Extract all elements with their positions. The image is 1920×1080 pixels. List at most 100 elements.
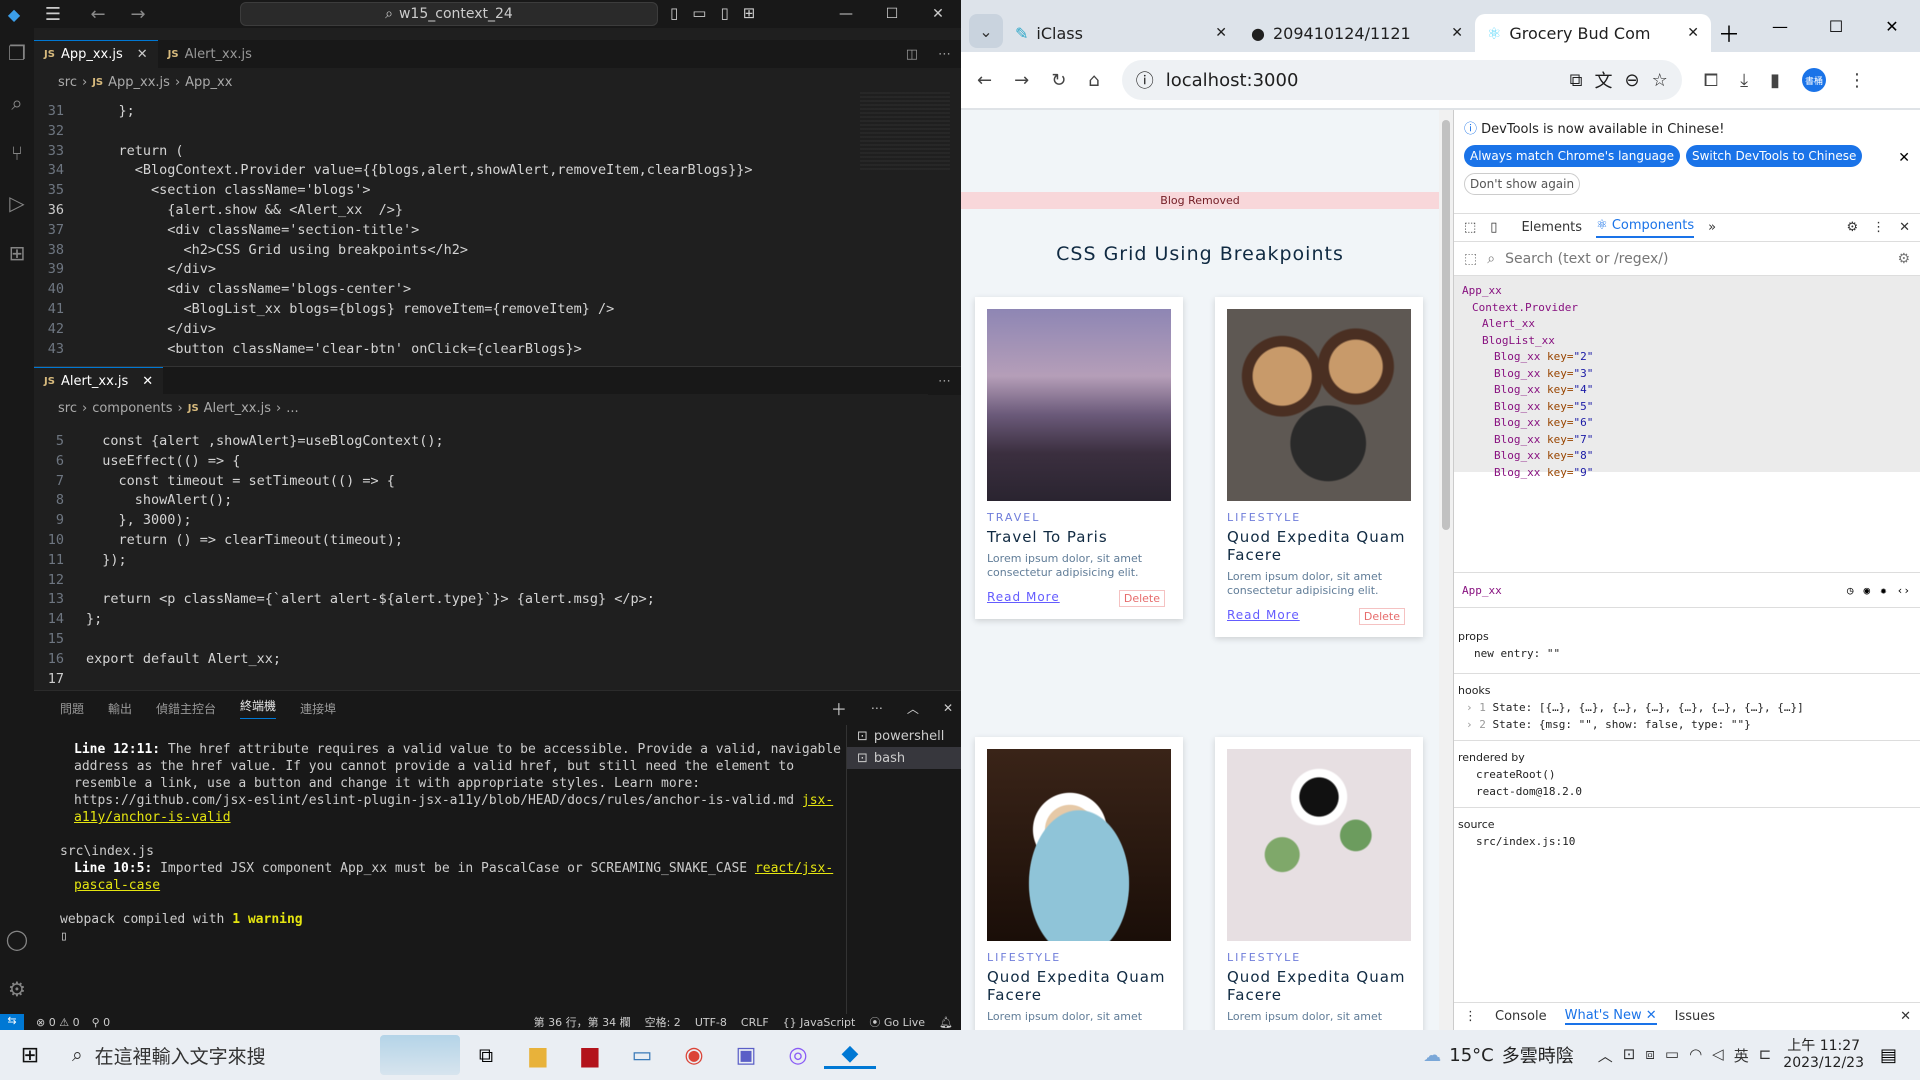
battery-icon[interactable]: ▭ xyxy=(1665,1045,1679,1066)
timer-icon[interactable]: ◷ xyxy=(1847,584,1854,597)
language-mode[interactable]: {} JavaScript xyxy=(783,1016,856,1029)
back-arrow-icon[interactable]: ← xyxy=(90,4,105,25)
messenger-icon[interactable]: ◎ xyxy=(772,1043,824,1068)
more-actions-icon[interactable]: ⋯ xyxy=(928,367,961,395)
panel-more-icon[interactable]: ⋯ xyxy=(871,701,883,715)
close-tab-icon[interactable]: ✕ xyxy=(1215,25,1227,41)
toggle-panel-icon[interactable]: ▭ xyxy=(692,4,706,22)
select-element-icon[interactable]: ⬚ xyxy=(1464,251,1477,267)
code-editor-app[interactable]: 31 }; 32 33 return (34 <BlogContext.Provid… xyxy=(34,102,854,360)
code-line[interactable]: 7 const timeout = setTimeout(() => { xyxy=(34,472,854,492)
tab-ports[interactable]: 連接埠 xyxy=(300,700,336,717)
tree-node[interactable]: Blog_xx key="4" xyxy=(1454,383,1920,400)
eol[interactable]: CRLF xyxy=(741,1016,769,1029)
code-line[interactable]: 35 <section className='blogs'> xyxy=(34,181,854,201)
cursor-position[interactable]: 第 36 行，第 34 欄 xyxy=(534,1014,631,1030)
minimize-icon[interactable]: — xyxy=(823,0,869,28)
translate-icon[interactable]: 文 xyxy=(1594,67,1612,93)
terminal-item-powershell[interactable]: ⊡ powershell xyxy=(847,725,961,747)
maximize-icon[interactable]: ☐ xyxy=(1808,0,1864,52)
settings-gear-icon[interactable]: ⚙ xyxy=(0,964,34,1014)
bookmark-star-icon[interactable]: ☆ xyxy=(1652,70,1668,91)
code-line[interactable]: 17 xyxy=(34,670,854,690)
customize-layout-icon[interactable]: ⊞ xyxy=(743,4,756,22)
tray-app-icon[interactable]: ⊡ xyxy=(1623,1045,1636,1066)
match-language-button[interactable]: Always match Chrome's language xyxy=(1464,145,1680,167)
start-button[interactable]: ⊞ xyxy=(0,1030,60,1080)
close-devtools-icon[interactable]: ✕ xyxy=(1899,220,1910,235)
search-icon[interactable]: ⌕ xyxy=(0,78,34,128)
code-line[interactable]: 38 <h2>CSS Grid using breakpoints</h2> xyxy=(34,241,854,261)
hook-state-2[interactable]: State: {msg: "", show: false, type: ""} xyxy=(1493,718,1751,731)
drawer-tab-whats-new[interactable]: What's New ✕ xyxy=(1564,1008,1657,1025)
toggle-secondary-sidebar-icon[interactable]: ▯ xyxy=(720,4,728,22)
sidepanel-icon[interactable]: ▮ xyxy=(1770,70,1780,91)
terminal-output[interactable]: Line 12:11: The href attribute requires … xyxy=(60,741,860,945)
close-banner-icon[interactable]: ✕ xyxy=(1898,150,1910,166)
account-icon[interactable]: ◯ xyxy=(0,914,34,964)
notifications-icon[interactable]: 🔔︎ xyxy=(939,1016,953,1029)
chrome-icon[interactable]: ◉ xyxy=(668,1043,720,1068)
device-toggle-icon[interactable]: ▯ xyxy=(1490,220,1497,235)
teams-icon[interactable]: ▣ xyxy=(720,1043,772,1068)
explorer-icon[interactable]: ❐ xyxy=(0,28,34,78)
file-explorer-icon[interactable]: ▆ xyxy=(512,1043,564,1068)
breadcrumb-item[interactable]: src xyxy=(58,75,77,90)
maximize-panel-icon[interactable]: ︿ xyxy=(907,700,919,717)
code-line[interactable]: 37 <div className='section-title'> xyxy=(34,221,854,241)
extensions-icon[interactable]: ⧠ xyxy=(1704,70,1718,91)
code-line[interactable]: 32 xyxy=(34,122,854,142)
chevron-up-icon[interactable]: ︿ xyxy=(1598,1045,1613,1066)
volume-icon[interactable]: ◁ xyxy=(1712,1045,1724,1066)
weather-widget[interactable]: ☁ 15°C 多雲時陰 xyxy=(1423,1042,1573,1068)
tree-node[interactable]: App_xx xyxy=(1454,284,1920,301)
tree-node[interactable]: Blog_xx key="6" xyxy=(1454,416,1920,433)
tab-app-xx[interactable]: JS App_xx.js ✕ xyxy=(34,40,158,68)
maximize-icon[interactable]: ☐ xyxy=(869,0,915,28)
close-tab-icon[interactable]: ✕ xyxy=(142,374,153,389)
command-center-search[interactable]: ⌕ w15_context_24 xyxy=(240,2,658,26)
ports-status[interactable]: ⚲ 0 xyxy=(92,1016,111,1029)
taskbar-search[interactable]: ⌕ 在這裡輸入文字來搜 xyxy=(60,1030,360,1080)
tree-node[interactable]: Blog_xx key="5" xyxy=(1454,400,1920,417)
install-icon[interactable]: ⧉ xyxy=(1570,70,1583,91)
tab-components[interactable]: ⚛ Components xyxy=(1596,218,1695,238)
clock[interactable]: 上午 11:27 2023/12/23 xyxy=(1783,1038,1864,1072)
address-bar[interactable]: ⓘ localhost:3000 ⧉ 文 ⊖ ☆ xyxy=(1121,60,1682,100)
code-line[interactable]: 36 {alert.show && <Alert_xx />} xyxy=(34,201,854,221)
remote-icon[interactable]: ⇆ xyxy=(0,1014,24,1030)
ime-mode-icon[interactable]: ⊏ xyxy=(1759,1045,1772,1066)
extensions-icon[interactable]: ⊞ xyxy=(0,228,34,278)
toggle-sidebar-icon[interactable]: ▯ xyxy=(670,4,678,22)
vscode-taskbar-icon[interactable]: ◆ xyxy=(824,1041,876,1069)
kebab-icon[interactable]: ⋮ xyxy=(1872,220,1885,235)
breadcrumb-item[interactable]: App_xx.js xyxy=(108,75,170,90)
breadcrumb-item[interactable]: App_xx xyxy=(185,75,232,90)
read-more-link[interactable]: Read More xyxy=(987,590,1060,607)
tab-terminal[interactable]: 終端機 xyxy=(240,697,277,719)
breadcrumb-item[interactable]: src xyxy=(58,401,77,416)
browser-tab-github[interactable]: ● 209410124/1121 ✕ xyxy=(1239,14,1475,52)
code-line[interactable]: 11 }); xyxy=(34,551,854,571)
tree-node[interactable]: Blog_xx key="8" xyxy=(1454,449,1920,466)
go-live-button[interactable]: ⦿ Go Live xyxy=(869,1014,925,1030)
code-line[interactable]: 16 export default Alert_xx; xyxy=(34,650,854,670)
minimap[interactable] xyxy=(860,92,950,172)
tree-node[interactable]: Alert_xx xyxy=(1454,317,1920,334)
app-icon-red[interactable]: ▆ xyxy=(564,1043,616,1068)
source-value[interactable]: src/index.js:10 xyxy=(1458,833,1916,850)
tree-node[interactable]: Blog_xx key="7" xyxy=(1454,433,1920,450)
inspect-icon[interactable]: ⬚ xyxy=(1464,220,1476,235)
hook-state-1[interactable]: State: [{…}, {…}, {…}, {…}, {…}, {…}, {…… xyxy=(1493,701,1804,714)
page-scrollbar[interactable] xyxy=(1439,110,1453,1030)
encoding[interactable]: UTF-8 xyxy=(695,1016,727,1029)
profile-avatar[interactable]: 書桶 xyxy=(1802,68,1826,92)
read-more-link[interactable]: Read More xyxy=(1227,608,1300,625)
close-tab-icon[interactable]: ✕ xyxy=(1451,25,1463,41)
task-view-icon[interactable]: ⧉ xyxy=(460,1043,512,1067)
problems-status[interactable]: ⊗ 0 ⚠ 0 xyxy=(36,1016,80,1029)
close-panel-icon[interactable]: ✕ xyxy=(943,701,953,715)
code-line[interactable]: 43 <button className='clear-btn' onClick… xyxy=(34,340,854,360)
component-search-input[interactable]: Search (text or /regex/) xyxy=(1505,251,1887,267)
code-line[interactable]: 10 return () => clearTimeout(timeout); xyxy=(34,531,854,551)
